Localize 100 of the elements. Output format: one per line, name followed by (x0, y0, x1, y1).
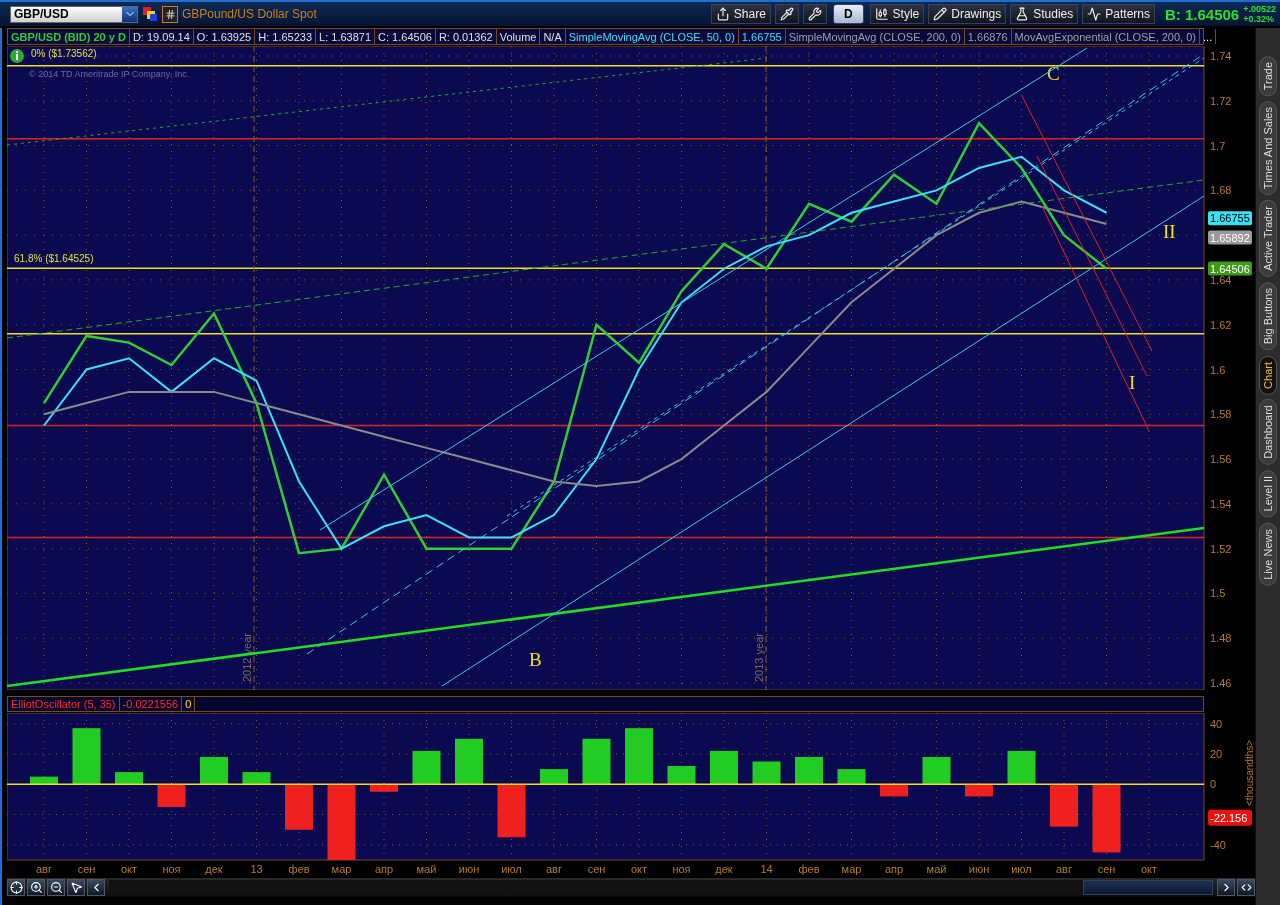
fibonacci-label: 0% ($1.73562) (31, 47, 97, 59)
time-label: мар (841, 863, 862, 875)
link-icon[interactable] (142, 6, 158, 22)
histogram-bar (285, 784, 313, 830)
time-label: дек (715, 863, 733, 875)
year-label: 2013 year (753, 633, 765, 682)
zoom-out-icon (49, 881, 63, 894)
time-label: июн (458, 863, 480, 875)
info-value: N/A (540, 29, 566, 44)
wave-label: B (529, 649, 542, 670)
wrench-button[interactable] (802, 4, 827, 24)
scroll-right-button[interactable] (1217, 879, 1235, 896)
time-label: май (926, 863, 947, 875)
time-label: сен (587, 863, 606, 875)
period-button[interactable]: D (832, 4, 864, 24)
crosshair-icon (9, 881, 23, 894)
info-value: SimpleMovingAvg (CLOSE, 200, 0) (785, 29, 965, 44)
side-tab[interactable]: Times And Sales (1259, 101, 1277, 196)
histogram-bar (795, 756, 823, 785)
fibonacci-label: 61.8% ($1.64525) (14, 253, 94, 265)
study-value: 0 (182, 697, 196, 711)
pipette-button[interactable] (774, 4, 799, 24)
histogram-bar (72, 728, 101, 785)
side-tab[interactable]: Big Buttons (1259, 282, 1277, 351)
pointer-button[interactable] (67, 879, 85, 896)
time-label: сен (1097, 863, 1116, 875)
time-label: ноя (162, 863, 181, 875)
pipette-icon (779, 7, 794, 21)
side-tab[interactable]: Level II (1259, 470, 1277, 518)
info-value: SimpleMovingAvg (CLOSE, 50, 0) (565, 29, 739, 44)
hash-icon (164, 8, 176, 20)
side-tab[interactable]: Active Trader (1259, 200, 1277, 278)
histogram-bar (242, 772, 271, 785)
histogram-bar (30, 776, 58, 785)
time-label: дек (205, 863, 223, 875)
axis-label: 1.72 (1210, 94, 1232, 107)
pencil-icon (933, 7, 948, 21)
time-label: июл (1011, 863, 1032, 875)
axis-title: <thousandths> (1244, 739, 1255, 807)
info-value: 1.66755 (738, 29, 786, 44)
time-label: окт (1140, 863, 1158, 875)
info-icon[interactable] (10, 49, 24, 63)
histogram-bar (1050, 784, 1078, 827)
price-change: +.00522 (1243, 4, 1276, 14)
axis-label: 1.62 (1210, 318, 1232, 331)
histogram-bar (370, 784, 398, 792)
time-label: авг (1056, 863, 1072, 875)
axis-label: 1.68 (1210, 184, 1232, 197)
time-label: авг (546, 863, 562, 875)
info-value: H: 1.65233 (255, 29, 317, 44)
wave-label: I (1129, 372, 1136, 393)
symbol-field[interactable]: GBP/USD (10, 5, 138, 23)
axis-label: 1.58 (1210, 408, 1232, 421)
toolbar-button[interactable]: Share (710, 4, 771, 24)
time-label: фев (288, 863, 310, 875)
info-value: D: 19.09.14 (129, 29, 194, 44)
histogram-bar (667, 766, 696, 785)
side-tab[interactable]: Dashboard (1259, 399, 1277, 466)
info-value: MovAvgExponential (CLOSE, 200, 0) (1011, 29, 1200, 44)
axis-label: 1.52 (1210, 542, 1232, 555)
histogram-bar (625, 728, 653, 785)
wave-label: II (1163, 221, 1176, 242)
hash-button[interactable] (162, 5, 178, 23)
histogram-bar (455, 738, 483, 785)
histogram-bar (200, 756, 228, 785)
crosshair-button[interactable] (7, 879, 25, 896)
candlestick-icon (874, 7, 889, 21)
time-label: апр (884, 863, 904, 875)
time-label: май (416, 863, 437, 875)
toolbar-button[interactable]: Studies (1010, 4, 1079, 24)
toolbar-button[interactable]: Style (869, 4, 925, 24)
scroll-left-button[interactable] (87, 879, 105, 896)
percent-change: +0.32% (1243, 14, 1275, 24)
toolbar-button[interactable]: Patterns (1082, 4, 1155, 24)
scroll-thumb[interactable] (1083, 880, 1213, 895)
axis-label: 1.48 (1210, 632, 1232, 645)
time-label: окт (120, 863, 138, 875)
toolbar-button[interactable]: Drawings (928, 4, 1007, 24)
double-arrow-icon (1239, 881, 1253, 894)
side-tab[interactable]: Live News (1259, 522, 1277, 586)
side-tab[interactable]: Trade (1259, 56, 1277, 97)
info-value: Volume (496, 29, 541, 44)
wave-label: C (1047, 63, 1060, 84)
expand-button[interactable] (1237, 879, 1255, 896)
price-badge: 1.65892 (1208, 230, 1252, 245)
share-icon (715, 7, 730, 21)
time-label: фев (798, 863, 820, 875)
wrench-icon (807, 7, 822, 21)
time-label: апр (374, 863, 394, 875)
info-value: ... (1200, 29, 1217, 44)
time-label: авг (36, 863, 52, 875)
zoom-out-button[interactable] (47, 879, 65, 896)
zoom-in-button[interactable] (27, 879, 45, 896)
axis-label: 1.54 (1210, 497, 1232, 510)
axis-label: -40 (1210, 838, 1226, 851)
pointer-icon (69, 881, 83, 894)
flask-icon (1015, 7, 1030, 21)
axis-label: 40 (1210, 717, 1223, 730)
side-tab[interactable]: Chart (1259, 355, 1277, 395)
value-badge: -22.156 (1208, 809, 1252, 826)
